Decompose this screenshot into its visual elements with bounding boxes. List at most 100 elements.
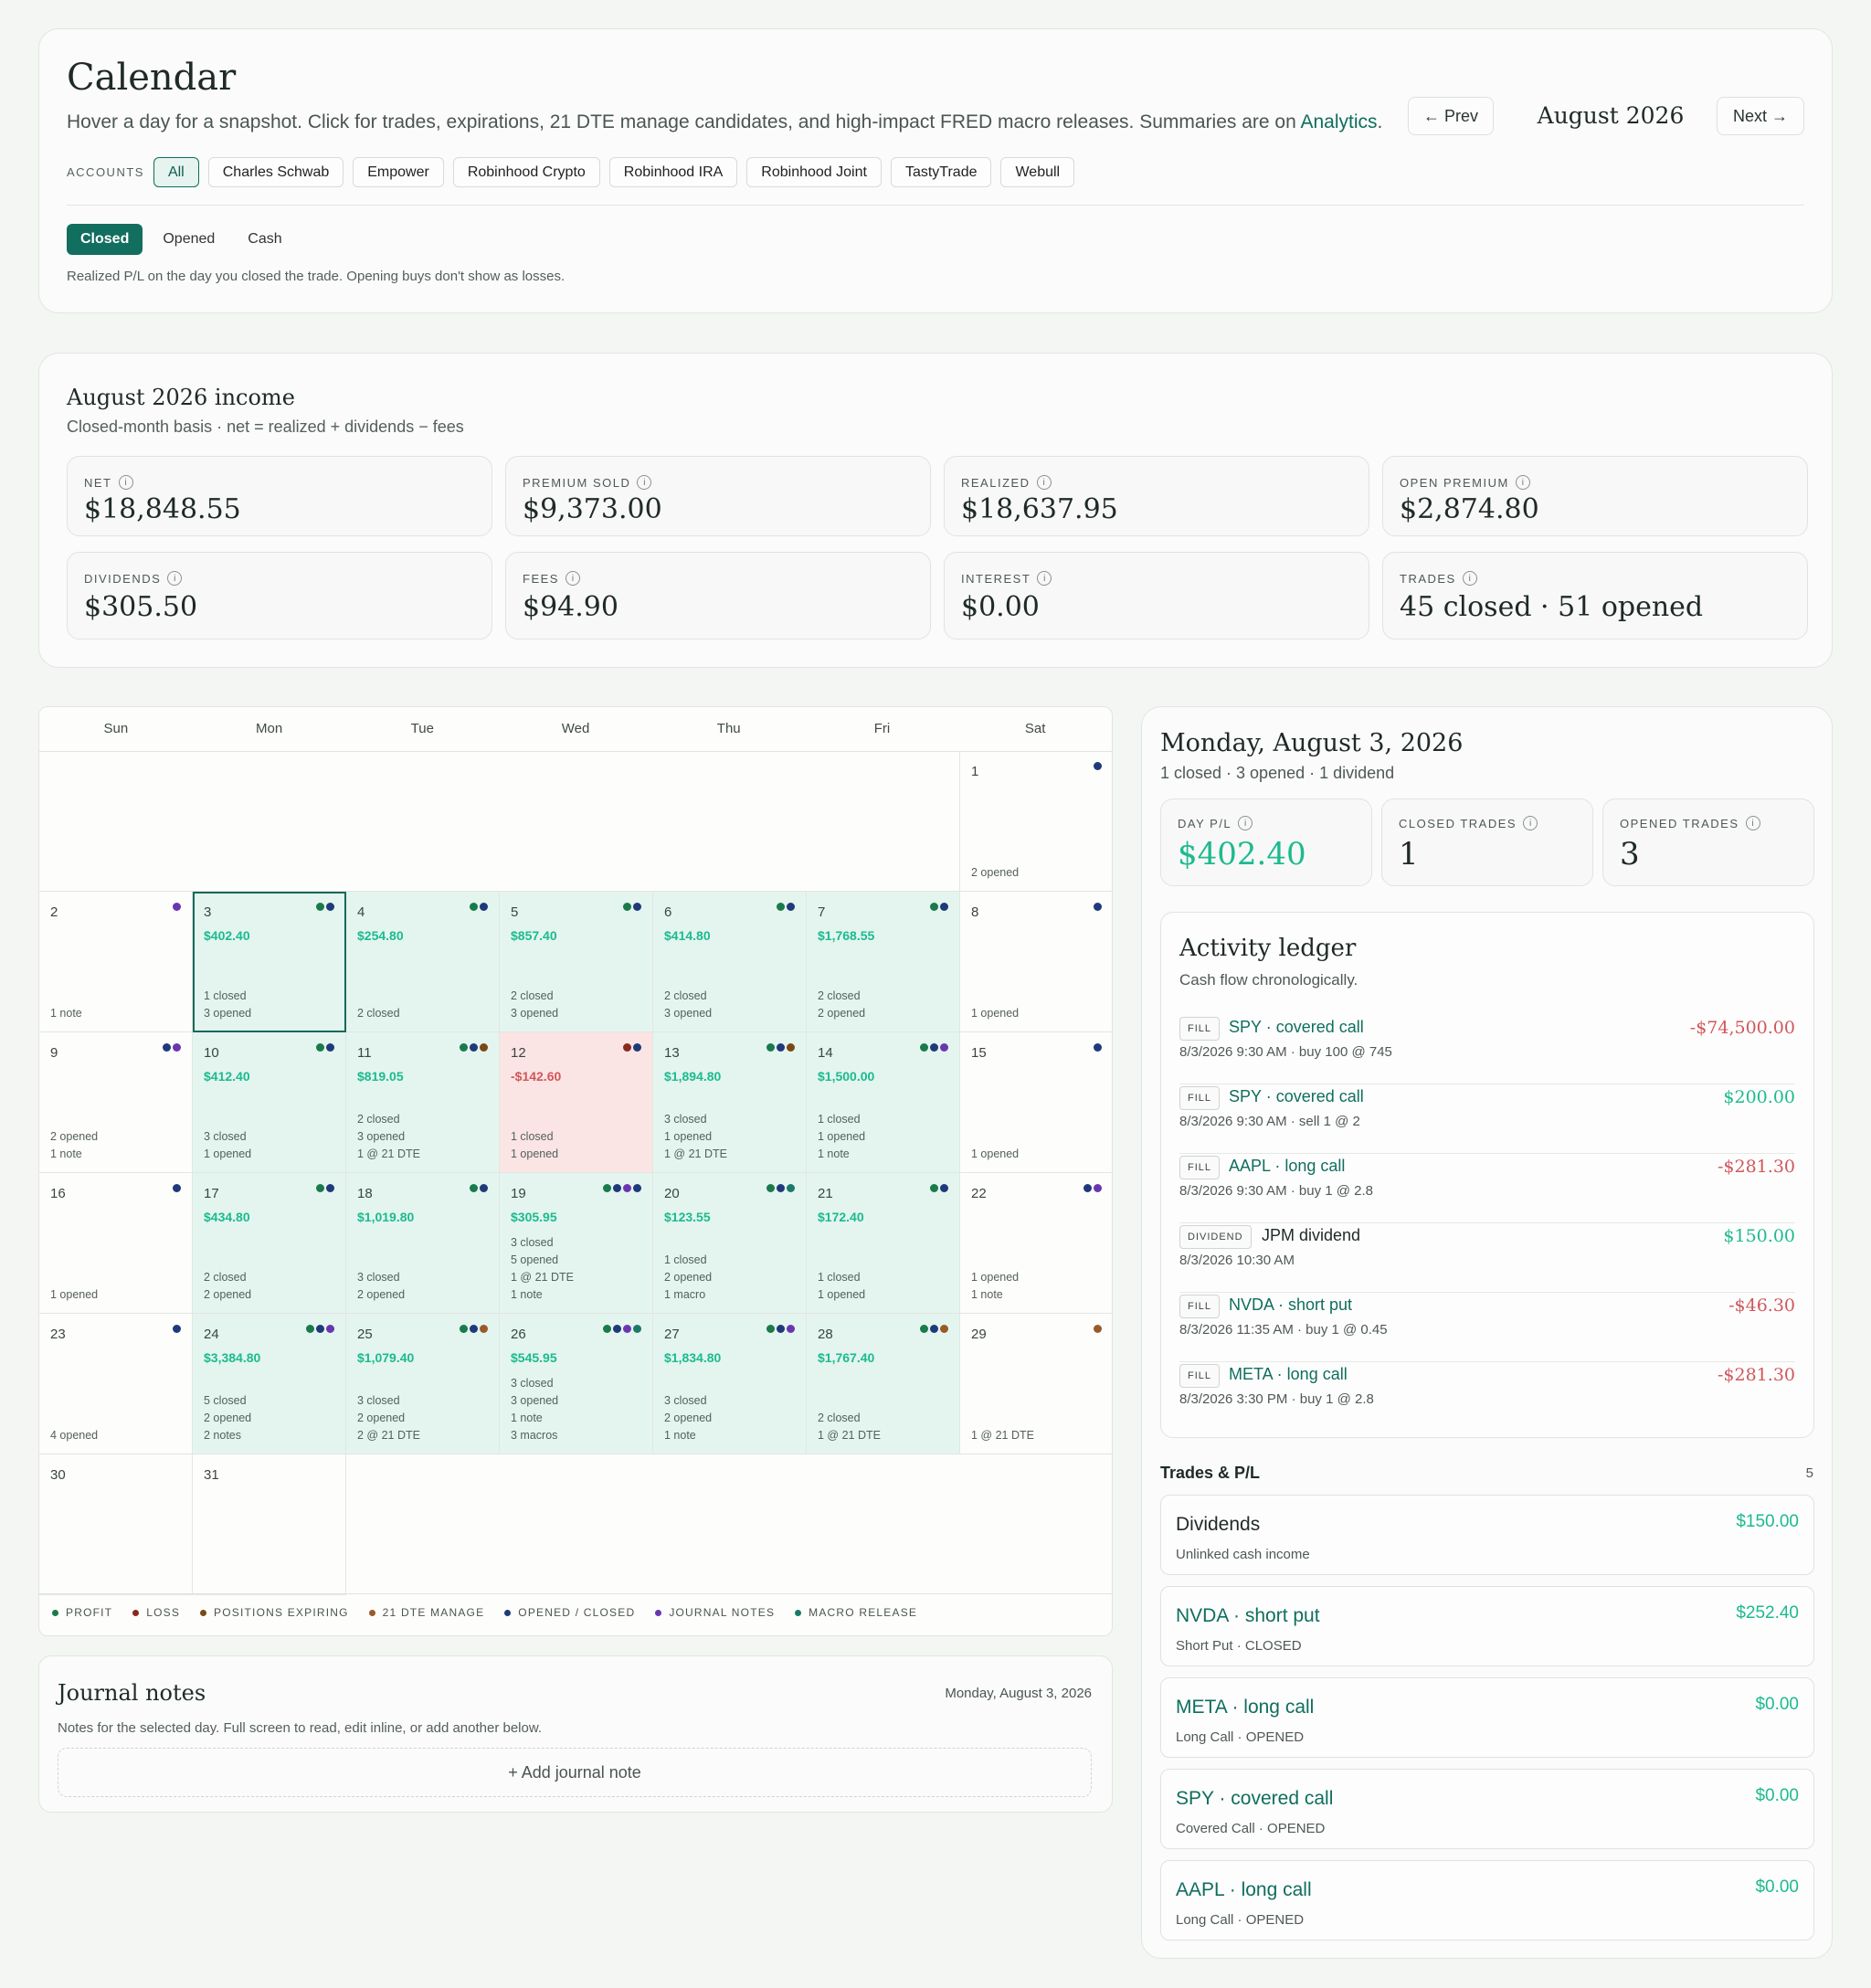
ledger-row[interactable]: FILL SPY · covered call $200.00 8/3/2026 9:…	[1179, 1084, 1795, 1154]
day-detail-panel: Monday, August 3, 2026 1 closed · 3 open…	[1141, 706, 1833, 1959]
day-cell[interactable]: 11 $819.05 2 closed 3 opened 1 @ 21 DTE	[346, 1032, 500, 1173]
day-cell[interactable]: 9 2 opened 1 note	[39, 1032, 193, 1173]
trade-name: Dividends	[1176, 1514, 1261, 1535]
day-cell[interactable]: 19 $305.95 3 closed 5 opened 1 @ 21 DTE 1 not…	[500, 1173, 653, 1314]
ledger-row[interactable]: FILL AAPL · long call -$281.30 8/3/2026 9:3…	[1179, 1154, 1795, 1223]
account-chip[interactable]: Empower	[353, 157, 444, 187]
opened-dot-icon	[1094, 903, 1102, 911]
ledger-name[interactable]: SPY · covered call	[1229, 1087, 1364, 1106]
account-chip[interactable]: Charles Schwab	[207, 157, 344, 187]
account-chip[interactable]: Robinhood IRA	[608, 157, 738, 187]
info-icon[interactable]: i	[565, 571, 580, 586]
account-chip[interactable]: Webull	[1000, 157, 1075, 187]
trade-name[interactable]: SPY · covered call	[1176, 1788, 1333, 1810]
day-cell[interactable]: 10 $412.40 3 closed 1 opened	[193, 1032, 346, 1173]
profit-dot-icon	[920, 1325, 928, 1333]
day-cell[interactable]: 13 $1,894.80 3 closed 1 opened 1 @ 21 DTE	[653, 1032, 807, 1173]
account-chip[interactable]: Robinhood Crypto	[452, 157, 600, 187]
trade-row[interactable]: META · long call $0.00 Long Call · OPENED	[1160, 1677, 1814, 1758]
tab-closed[interactable]: Closed	[67, 224, 143, 255]
trade-name[interactable]: AAPL · long call	[1176, 1879, 1312, 1901]
ledger-row[interactable]: FILL NVDA · short put -$46.30 8/3/2026 11:3…	[1179, 1293, 1795, 1362]
info-icon[interactable]: i	[167, 571, 183, 586]
day-summary-line: 1 note	[664, 1429, 696, 1442]
day-cell[interactable]: 29 1 @ 21 DTE	[960, 1314, 1112, 1454]
day-cell[interactable]: 24 $3,384.80 5 closed 2 opened 2 notes	[193, 1314, 346, 1454]
day-cell[interactable]: 15 1 opened	[960, 1032, 1112, 1173]
day-cell[interactable]: 31	[193, 1454, 346, 1595]
day-cell[interactable]: 22 1 opened 1 note	[960, 1173, 1112, 1314]
trade-name[interactable]: NVDA · short put	[1176, 1605, 1320, 1627]
account-chip[interactable]: Robinhood Joint	[746, 157, 882, 187]
day-cell[interactable]: 20 $123.55 1 closed 2 opened 1 macro	[653, 1173, 807, 1314]
ledger-row[interactable]: FILL META · long call -$281.30 8/3/2026 3:3…	[1179, 1362, 1795, 1431]
day-cell[interactable]: 25 $1,079.40 3 closed 2 opened 2 @ 21 DTE	[346, 1314, 500, 1454]
day-cell[interactable]: 3 $402.40 1 closed 3 opened	[193, 892, 346, 1032]
day-cell[interactable]: 6 $414.80 2 closed 3 opened	[653, 892, 807, 1032]
opened-dot-icon	[633, 1184, 641, 1192]
day-summary: 1 closed 2 opened 1 macro	[664, 1252, 712, 1304]
tab-opened[interactable]: Opened	[163, 231, 215, 248]
day-cell[interactable]: 2 1 note	[39, 892, 193, 1032]
day-cell[interactable]: 7 $1,768.55 2 closed 2 opened	[807, 892, 960, 1032]
trade-row[interactable]: Dividends $150.00 Unlinked cash income	[1160, 1495, 1814, 1575]
info-icon[interactable]: i	[1523, 816, 1538, 830]
weekday-label: Fri	[873, 721, 891, 736]
day-cell[interactable]: 30	[39, 1454, 193, 1595]
day-number: 5	[511, 904, 519, 920]
day-cell[interactable]: 28 $1,767.40 2 closed 1 @ 21 DTE	[807, 1314, 960, 1454]
account-chip[interactable]: TastyTrade	[890, 157, 992, 187]
day-summary-line: 1 note	[511, 1412, 543, 1424]
prev-month-button[interactable]: ← Prev	[1408, 97, 1494, 135]
ledger-row[interactable]: FILL SPY · covered call -$74,500.00 8/3/202…	[1179, 1015, 1795, 1084]
trade-row[interactable]: NVDA · short put $252.40 Short Put · CLOSE…	[1160, 1586, 1814, 1666]
mode-tabs: Closed Opened Cash	[67, 224, 315, 255]
day-cell[interactable]: 26 $545.95 3 closed 3 opened 1 note 3 macros	[500, 1314, 653, 1454]
info-icon[interactable]: i	[1238, 816, 1253, 830]
ledger-name[interactable]: SPY · covered call	[1229, 1018, 1364, 1037]
day-cell[interactable]: 12 -$142.60 1 closed 1 opened	[500, 1032, 653, 1173]
day-cell[interactable]: 16 1 opened	[39, 1173, 193, 1314]
day-cell[interactable]: 8 1 opened	[960, 892, 1112, 1032]
day-cell[interactable]: 4 $254.80 2 closed	[346, 892, 500, 1032]
tab-cash[interactable]: Cash	[248, 231, 281, 248]
info-icon[interactable]: i	[118, 475, 133, 490]
day-cell[interactable]: 14 $1,500.00 1 closed 1 opened 1 note	[807, 1032, 960, 1173]
trade-row[interactable]: AAPL · long call $0.00 Long Call · OPENED	[1160, 1860, 1814, 1940]
day-summary-line: 2 notes	[204, 1429, 242, 1442]
info-icon[interactable]: i	[1515, 475, 1530, 490]
day-cell[interactable]: 17 $434.80 2 closed 2 opened	[193, 1173, 346, 1314]
info-icon[interactable]: i	[637, 475, 652, 490]
day-cell[interactable]: 27 $1,834.80 3 closed 2 opened 1 note	[653, 1314, 807, 1454]
day-cell[interactable]: 18 $1,019.80 3 closed 2 opened	[346, 1173, 500, 1314]
info-icon[interactable]: i	[1745, 816, 1760, 830]
profit-dot-icon	[460, 1325, 468, 1333]
account-chip[interactable]: All	[153, 157, 199, 187]
trade-name[interactable]: META · long call	[1176, 1697, 1314, 1718]
day-cell[interactable]: 21 $172.40 1 closed 1 opened	[807, 1173, 960, 1314]
day-number: 19	[511, 1186, 526, 1201]
day-cell[interactable]: 1 2 opened	[960, 751, 1112, 892]
add-journal-note-button[interactable]: + Add journal note	[58, 1748, 1092, 1797]
journal-description: Notes for the selected day. Full screen …	[58, 1720, 543, 1736]
info-icon[interactable]: i	[1037, 571, 1052, 586]
next-month-button[interactable]: Next →	[1717, 97, 1804, 135]
ledger-name[interactable]: NVDA · short put	[1229, 1295, 1352, 1315]
day-stat-card: DAY P/L i $402.40	[1160, 798, 1372, 886]
day-summary-line: 1 opened	[818, 1130, 866, 1143]
info-icon[interactable]: i	[1462, 571, 1477, 586]
ledger-row[interactable]: DIVIDEND JPM dividend $150.00 8/3/2026 10:3…	[1179, 1223, 1795, 1293]
day-indicators	[775, 903, 795, 911]
stat-card: OPEN PREMIUM i $2,874.80	[1382, 456, 1808, 536]
day-summary: 2 opened 1 note	[50, 1128, 98, 1163]
loss-dot-icon	[623, 1043, 631, 1052]
day-summary-line: 2 opened	[357, 1412, 406, 1424]
analytics-link[interactable]: Analytics	[1300, 111, 1377, 132]
day-cell[interactable]: 5 $857.40 2 closed 3 opened	[500, 892, 653, 1032]
stat-label-text: FEES	[523, 571, 559, 586]
day-cell[interactable]: 23 4 opened	[39, 1314, 193, 1454]
ledger-name[interactable]: AAPL · long call	[1229, 1157, 1345, 1176]
ledger-name[interactable]: META · long call	[1229, 1365, 1348, 1384]
trade-row[interactable]: SPY · covered call $0.00 Covered Call · OP…	[1160, 1769, 1814, 1849]
info-icon[interactable]: i	[1036, 475, 1052, 490]
